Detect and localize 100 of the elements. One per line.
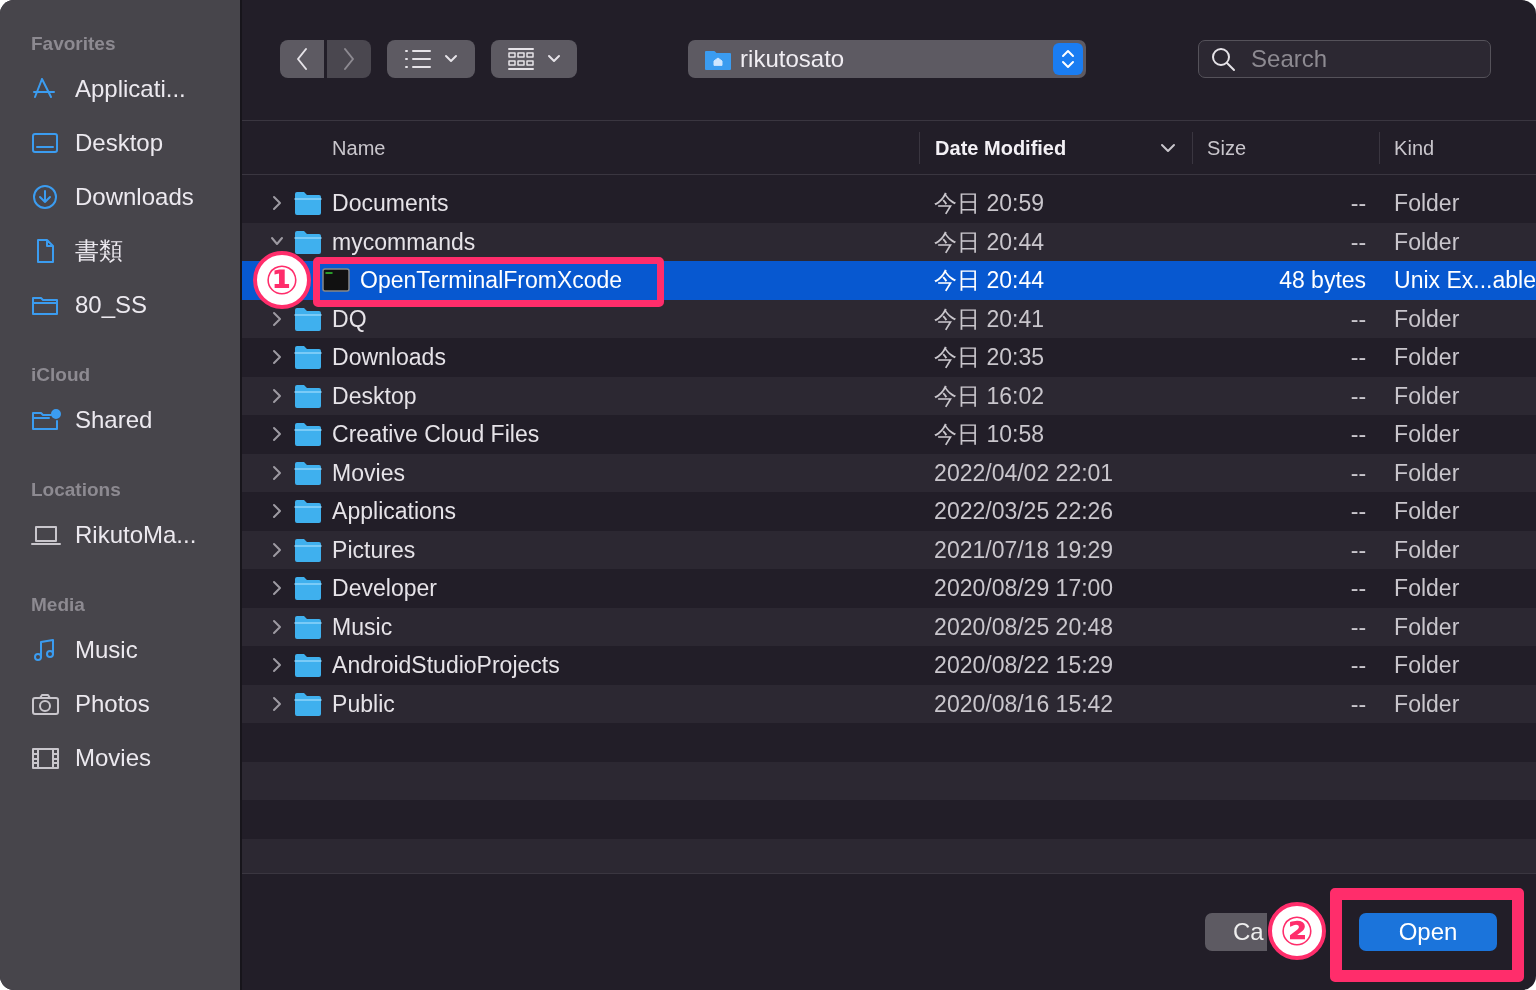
group-button[interactable]: [491, 40, 578, 78]
size-cell-text: --: [1349, 227, 1368, 257]
section-heading: Media: [31, 593, 86, 617]
folder-icon: [294, 498, 323, 525]
file-row[interactable]: Movies 2022/04/02 22:01 -- Folder: [242, 453, 1536, 492]
grid-icon: [507, 47, 536, 71]
file-name: Music: [332, 613, 393, 640]
file-name: Desktop: [332, 382, 417, 409]
date-cell-text: 2020/08/29 17:00: [933, 574, 1115, 603]
file-name: Pictures: [332, 536, 416, 563]
file-row[interactable]: mycommands 今日 20:44 -- Folder: [242, 222, 1536, 261]
kind-cell-text: Folder: [1393, 381, 1460, 411]
folder-icon: [294, 305, 323, 332]
file-name: mycommands: [332, 228, 476, 255]
size-cell-text: --: [1349, 458, 1368, 488]
folder-icon: [294, 190, 323, 217]
size-cell-text: --: [1349, 381, 1368, 411]
chevron-down-icon: [444, 54, 459, 64]
date-cell-text: 今日 16:02: [933, 381, 1046, 411]
date-cell-text: 2020/08/22 15:29: [933, 651, 1115, 680]
size-cell-text: --: [1349, 574, 1368, 603]
kind-cell-text: Folder: [1393, 343, 1460, 372]
size-cell-text: 48 bytes: [1278, 266, 1368, 295]
file-name: Documents: [332, 190, 449, 217]
column-header[interactable]: Name: [242, 131, 920, 164]
column-header[interactable]: Kind: [1379, 131, 1536, 164]
folder-icon: [294, 536, 323, 563]
cancel-button[interactable]: Ca: [1205, 913, 1267, 951]
sidebar-item[interactable]: RikutoMa...: [31, 508, 241, 562]
size-cell-text: --: [1349, 189, 1368, 218]
file-row[interactable]: Music 2020/08/25 20:48 -- Folder: [242, 607, 1536, 646]
path-label: rikutosato: [740, 44, 846, 74]
kind-cell-text: Folder: [1393, 651, 1460, 680]
search-field[interactable]: Search: [1198, 40, 1492, 78]
folder-icon: [294, 690, 323, 717]
kind-cell-text: Folder: [1393, 304, 1460, 334]
date-cell-text: 今日 20:41: [933, 304, 1046, 334]
updown-arrows-icon: [1061, 48, 1076, 70]
sidebar-item[interactable]: Music: [31, 623, 241, 677]
callout-number: ②: [1268, 902, 1326, 960]
date-cell-text: 今日 20:35: [933, 343, 1046, 372]
file-name: OpenTerminalFromXcode: [360, 267, 623, 294]
file-name: Movies: [332, 459, 405, 486]
kind-cell-text: Folder: [1393, 497, 1460, 526]
folder-icon: [294, 575, 323, 602]
date-cell-text: 2020/08/25 20:48: [933, 612, 1115, 642]
film-icon: [31, 745, 61, 771]
file-name: Creative Cloud Files: [332, 421, 540, 448]
sidebar-item[interactable]: Downloads: [31, 170, 241, 224]
chevron-right-icon: [342, 47, 357, 71]
sidebar-item[interactable]: 書類: [31, 224, 241, 278]
forward-button[interactable]: [327, 40, 372, 78]
file-row[interactable]: Desktop 今日 16:02 -- Folder: [242, 376, 1536, 415]
chevron-left-icon: [295, 47, 310, 71]
folder-icon: [294, 344, 323, 371]
folder-icon: [294, 382, 323, 409]
file-name: AndroidStudioProjects: [332, 652, 560, 679]
kind-cell-text: Folder: [1393, 574, 1460, 603]
sidebar-item[interactable]: Shared: [31, 393, 241, 447]
date-cell-text: 2022/04/02 22:01: [933, 458, 1115, 488]
folder-icon: [294, 459, 323, 486]
sidebar-item[interactable]: Desktop: [31, 116, 241, 170]
kind-cell-text: Folder: [1393, 458, 1460, 488]
folder-icon: [294, 613, 323, 640]
search-icon: [1210, 46, 1237, 72]
sidebar-item[interactable]: Movies: [31, 731, 241, 785]
section-heading: iCloud: [31, 363, 92, 387]
file-name: DQ: [332, 305, 367, 332]
size-cell-text: --: [1349, 612, 1368, 642]
date-cell-text: 2021/07/18 19:29: [933, 535, 1115, 565]
kind-cell-text: Folder: [1393, 535, 1460, 565]
size-cell-text: --: [1349, 689, 1368, 719]
column-header[interactable]: Size: [1192, 131, 1380, 164]
kind-cell-text: Folder: [1393, 612, 1460, 642]
date-cell-text: 今日 10:58: [933, 420, 1046, 449]
sidebar-item[interactable]: Photos: [31, 677, 241, 731]
camera-icon: [31, 691, 61, 717]
list-view-button[interactable]: [387, 40, 476, 78]
back-button[interactable]: [280, 40, 325, 78]
date-cell-text: 2022/03/25 22:26: [933, 497, 1115, 526]
section-heading: Locations: [31, 478, 122, 502]
file-row[interactable]: Public 2020/08/16 15:42 -- Folder: [242, 684, 1536, 723]
section-heading: Favorites: [31, 32, 117, 56]
file-row[interactable]: Pictures 2021/07/18 19:29 -- Folder: [242, 530, 1536, 569]
file-name: Developer: [332, 575, 437, 602]
sidebar-item[interactable]: Applicati...: [31, 62, 241, 116]
open-button[interactable]: Open: [1359, 913, 1497, 951]
column-header[interactable]: Date Modified: [919, 131, 1193, 164]
file-row[interactable]: DQ 今日 20:41 -- Folder: [242, 299, 1536, 338]
shared-folder-icon: [31, 407, 61, 433]
folder-icon: [294, 652, 323, 679]
date-cell-text: 2020/08/16 15:42: [933, 689, 1115, 719]
path-popup[interactable]: rikutosato: [688, 40, 1087, 78]
size-cell-text: --: [1349, 304, 1368, 334]
file-name: Applications: [332, 498, 457, 525]
sidebar-item[interactable]: 80_SS: [31, 278, 241, 332]
file-name: Downloads: [332, 344, 446, 371]
date-cell-text: 今日 20:59: [933, 189, 1046, 218]
size-cell-text: --: [1349, 535, 1368, 565]
folder-icon: [294, 421, 323, 448]
